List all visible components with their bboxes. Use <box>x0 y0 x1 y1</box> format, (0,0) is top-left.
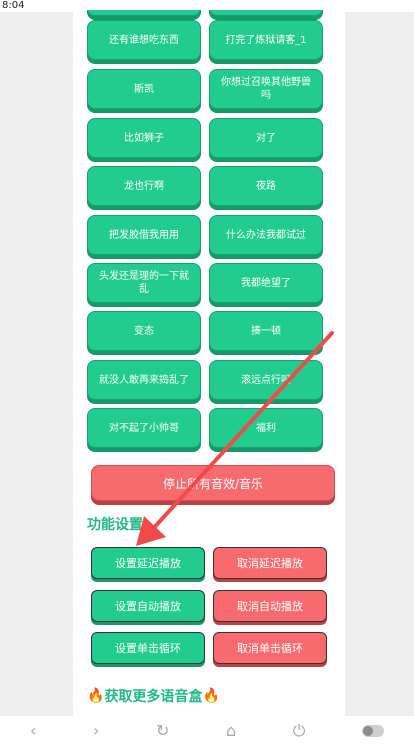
sound-button[interactable]: 对了 <box>209 118 323 158</box>
sound-button[interactable]: 什么办法我都试过 <box>209 215 323 255</box>
toggle-icon[interactable] <box>362 724 384 737</box>
sound-button[interactable]: 还有谁想吃东西 <box>87 20 201 60</box>
sound-button[interactable]: 把发胶借我用用 <box>87 215 201 255</box>
home-icon[interactable]: ⌂ <box>226 721 236 740</box>
stop-all-button[interactable]: 停止所有音效/音乐 <box>91 465 335 501</box>
cancel-loop-button[interactable]: 取消单击循环 <box>213 632 327 664</box>
set-auto-play-button[interactable]: 设置自动播放 <box>91 590 205 622</box>
sound-button[interactable]: 揍一顿 <box>209 311 323 351</box>
set-delay-button[interactable]: 设置延迟播放 <box>91 547 205 579</box>
sound-button[interactable]: 头发还是理的一下就乱 <box>87 263 201 303</box>
sound-button-top-right-partial[interactable] <box>209 10 323 16</box>
sound-button[interactable]: 福利 <box>209 408 323 448</box>
settings-title: 功能设置 <box>87 517 143 533</box>
cancel-auto-play-button[interactable]: 取消自动播放 <box>213 590 327 622</box>
sound-button[interactable]: 斯凯 <box>87 69 201 109</box>
sound-button[interactable]: 变态 <box>87 311 201 351</box>
sound-button[interactable]: 夜路 <box>209 166 323 206</box>
content-card: 还有谁想吃东西 打完了炼狱请客_1 斯凯 你想过召唤其他野兽吗 比如狮子 对了 … <box>73 10 345 716</box>
sound-button[interactable]: 就没人敢再来捣乱了 <box>87 360 201 400</box>
sound-button[interactable]: 我都绝望了 <box>209 263 323 303</box>
sound-button[interactable]: 比如狮子 <box>87 118 201 158</box>
sound-button[interactable]: 龙也行啊 <box>87 166 201 206</box>
set-loop-button[interactable]: 设置单击循环 <box>91 632 205 664</box>
sound-button[interactable]: 你想过召唤其他野兽吗 <box>209 69 323 109</box>
sound-button[interactable]: 滚远点行吗 <box>209 360 323 400</box>
refresh-icon[interactable]: ↻ <box>156 721 169 740</box>
more-voice-link[interactable]: 🔥 获取更多语音盒 🔥 <box>87 686 220 706</box>
sound-button-top-left-partial[interactable] <box>87 10 201 16</box>
status-time: 8:04 <box>2 0 25 11</box>
more-voice-label: 获取更多语音盒 <box>104 689 203 705</box>
fire-icon: 🔥 <box>202 688 220 704</box>
sound-button[interactable]: 对不起了小帅哥 <box>87 408 201 448</box>
sound-button[interactable]: 打完了炼狱请客_1 <box>209 20 323 60</box>
back-icon[interactable]: ‹ <box>30 721 36 740</box>
bottom-nav-bar: ‹ › ↻ ⌂ ⏻ <box>0 716 414 745</box>
forward-icon[interactable]: › <box>93 721 99 740</box>
fire-icon: 🔥 <box>87 688 105 704</box>
cancel-delay-button[interactable]: 取消延迟播放 <box>213 547 327 579</box>
power-icon[interactable]: ⏻ <box>293 721 306 741</box>
